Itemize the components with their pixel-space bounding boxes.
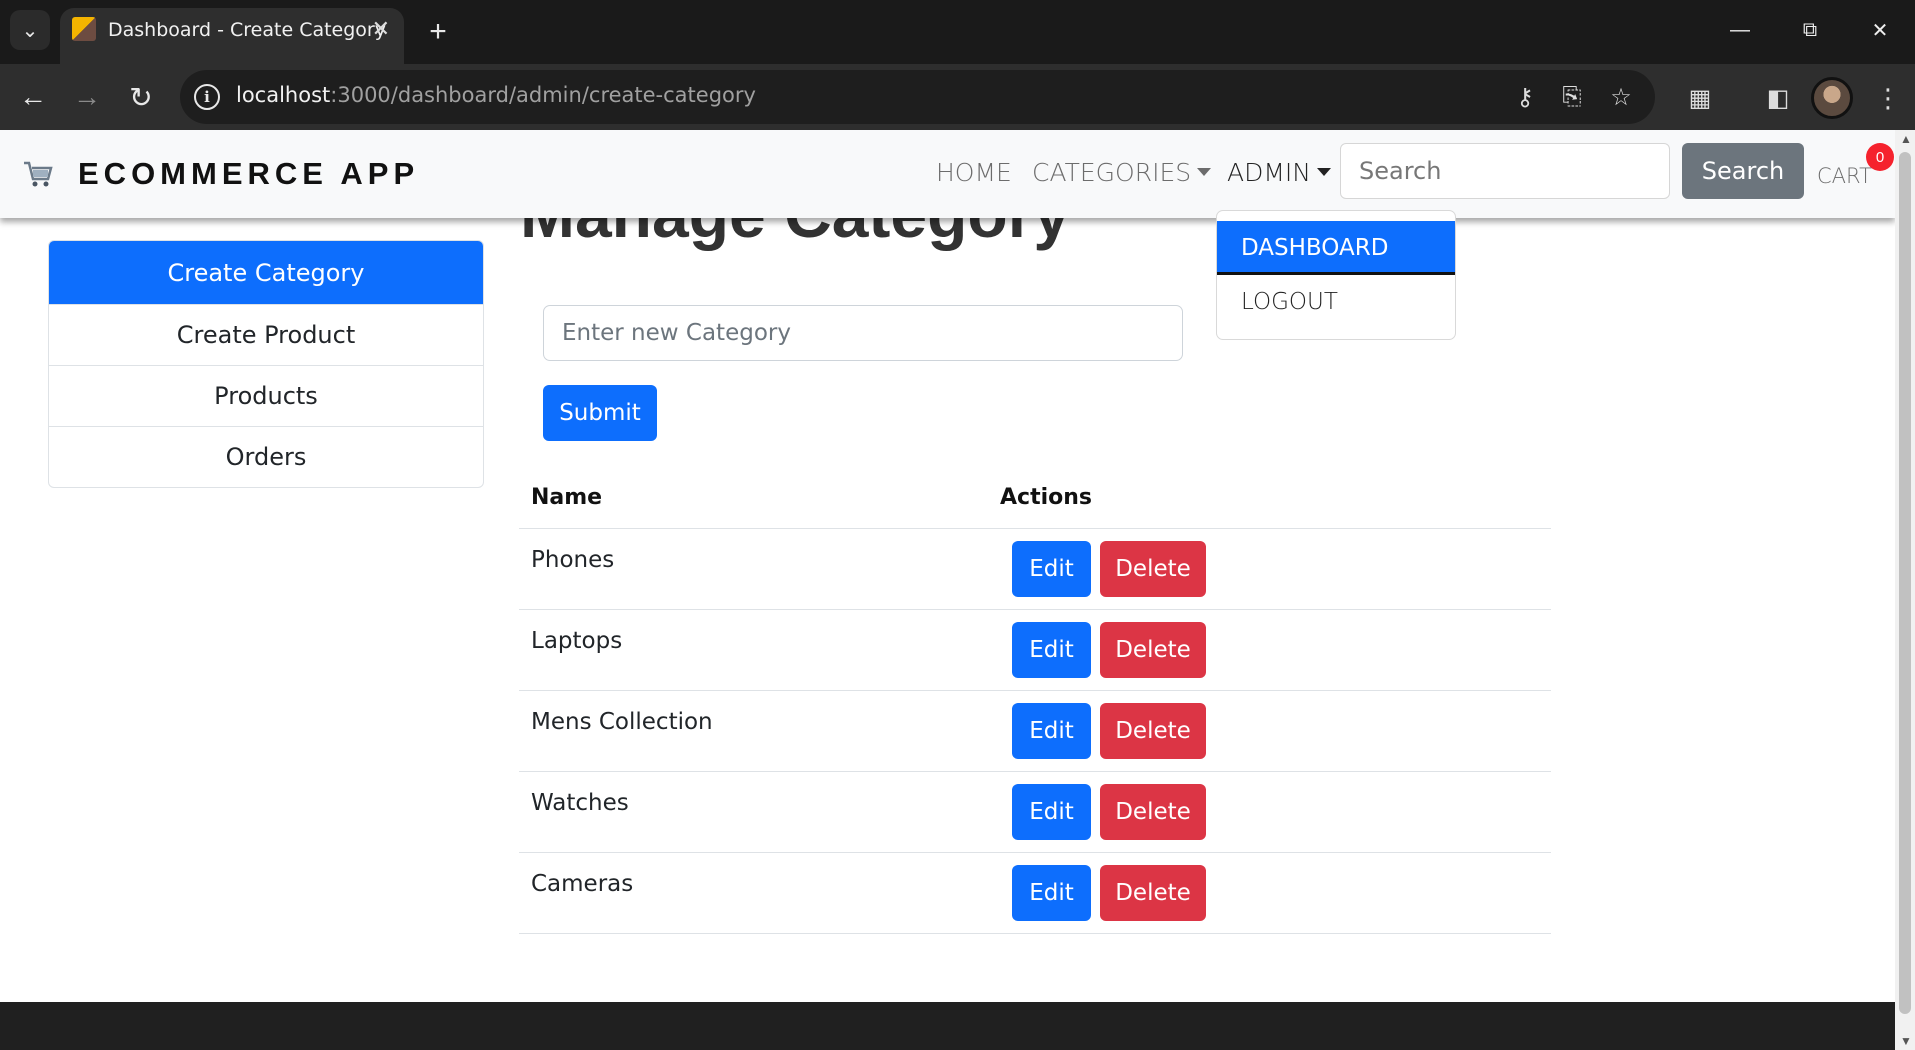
reload-button[interactable]: ↻: [120, 76, 162, 118]
delete-button[interactable]: Delete: [1100, 864, 1206, 921]
forward-button[interactable]: →: [66, 76, 108, 118]
browser-toolbar: ← → ↻ i localhost:3000/dashboard/admin/c…: [0, 64, 1915, 130]
caret-down-icon: [1317, 168, 1331, 176]
nav-admin-label: ADMIN: [1227, 158, 1311, 187]
window-controls: — ⧉ ✕: [1705, 0, 1915, 60]
url-text[interactable]: localhost:3000/dashboard/admin/create-ca…: [236, 83, 756, 107]
nav-home-link[interactable]: HOME: [936, 158, 1012, 187]
url-host: localhost: [236, 83, 331, 107]
dropdown-item-logout[interactable]: LOGOUT: [1217, 275, 1455, 329]
table-row: Phones Edit Delete: [519, 528, 1551, 610]
restore-icon: ⧉: [1802, 18, 1818, 41]
category-name: Laptops: [519, 609, 988, 691]
edit-button[interactable]: Edit: [1012, 540, 1091, 597]
shopping-cart-icon: [24, 161, 53, 187]
admin-dropdown-menu: DASHBOARD LOGOUT: [1216, 210, 1456, 340]
table-row: Cameras Edit Delete: [519, 852, 1551, 934]
chevron-down-icon: ⌄: [21, 19, 39, 42]
scroll-down-icon[interactable]: ▼: [1900, 1034, 1912, 1048]
delete-button[interactable]: Delete: [1100, 540, 1206, 597]
table-header-row: Name Actions: [519, 468, 1551, 529]
column-header-actions: Actions: [988, 468, 1551, 529]
row-actions: Edit Delete: [988, 528, 1551, 610]
edit-button[interactable]: Edit: [1012, 783, 1091, 840]
nav-categories-label: CATEGORIES: [1032, 158, 1192, 187]
table-row: Watches Edit Delete: [519, 771, 1551, 853]
delete-button[interactable]: Delete: [1100, 783, 1206, 840]
close-icon: ✕: [1871, 19, 1889, 42]
table-row: Mens Collection Edit Delete: [519, 690, 1551, 772]
menu-item-products[interactable]: Products: [49, 365, 483, 426]
tab-title: Dashboard - Create Category: [108, 19, 386, 41]
page-scrollbar[interactable]: ▲ ▼: [1895, 130, 1915, 1050]
menu-item-orders[interactable]: Orders: [49, 426, 483, 487]
site-info-icon[interactable]: i: [194, 84, 220, 110]
brand-link[interactable]: ECOMMERCE APP: [22, 156, 419, 192]
back-button[interactable]: ←: [12, 76, 54, 118]
search-button[interactable]: Search: [1682, 143, 1804, 199]
menu-item-create-category[interactable]: Create Category: [49, 241, 483, 304]
install-app-icon[interactable]: ⎘: [1555, 80, 1589, 114]
close-window-button[interactable]: ✕: [1845, 0, 1915, 60]
plus-icon: +: [429, 15, 447, 48]
browser-tab[interactable]: Dashboard - Create Category ✕: [60, 8, 404, 64]
scrollbar-thumb[interactable]: [1899, 152, 1911, 1014]
site-navbar: ECOMMERCE APP HOME CATEGORIES ADMIN Sear…: [0, 130, 1895, 218]
row-actions: Edit Delete: [988, 609, 1551, 691]
address-bar[interactable]: i localhost:3000/dashboard/admin/create-…: [180, 70, 1655, 124]
site-favicon-icon: [72, 17, 96, 41]
edit-button[interactable]: Edit: [1012, 864, 1091, 921]
close-tab-icon[interactable]: ✕: [372, 16, 390, 42]
search-input[interactable]: [1340, 143, 1670, 199]
category-name: Mens Collection: [519, 690, 988, 772]
scroll-up-icon[interactable]: ▲: [1900, 132, 1912, 146]
url-path: :3000/dashboard/admin/create-category: [330, 83, 756, 107]
row-actions: Edit Delete: [988, 852, 1551, 934]
category-name: Watches: [519, 771, 988, 853]
category-name: Phones: [519, 528, 988, 610]
delete-button[interactable]: Delete: [1100, 621, 1206, 678]
extensions-icon[interactable]: ▦: [1680, 78, 1720, 118]
admin-menu: Create Category Create Product Products …: [48, 240, 484, 488]
minimize-icon: —: [1730, 18, 1750, 41]
caret-down-icon: [1197, 168, 1212, 176]
brand-title: ECOMMERCE APP: [78, 156, 420, 191]
tab-search-button[interactable]: ⌄: [10, 10, 50, 50]
submit-button[interactable]: Submit: [543, 385, 657, 441]
browser-tab-strip: ⌄ Dashboard - Create Category ✕ + — ⧉ ✕: [0, 0, 1915, 64]
arrow-left-icon: ←: [19, 81, 47, 112]
profile-avatar[interactable]: [1811, 77, 1853, 119]
edit-button[interactable]: Edit: [1012, 702, 1091, 759]
nav-admin-dropdown[interactable]: ADMIN: [1227, 158, 1331, 187]
table-row: Laptops Edit Delete: [519, 609, 1551, 691]
new-category-input[interactable]: [543, 305, 1183, 361]
nav-categories-dropdown[interactable]: CATEGORIES: [1032, 158, 1212, 187]
reload-icon: ↻: [129, 81, 153, 113]
new-tab-button[interactable]: +: [418, 12, 458, 52]
cart-link[interactable]: CART: [1817, 164, 1872, 188]
column-header-name: Name: [519, 468, 988, 529]
minimize-button[interactable]: —: [1705, 0, 1775, 60]
row-actions: Edit Delete: [988, 690, 1551, 772]
menu-item-create-product[interactable]: Create Product: [49, 304, 483, 365]
arrow-right-icon: →: [73, 81, 101, 112]
category-name: Cameras: [519, 852, 988, 934]
side-panel-icon[interactable]: ◧: [1758, 78, 1798, 118]
row-actions: Edit Delete: [988, 771, 1551, 853]
bookmark-star-icon[interactable]: ☆: [1604, 80, 1638, 114]
page-footer: [0, 1002, 1895, 1050]
page-viewport: Manage Category ECOMMERCE APP HOME CATEG…: [0, 130, 1895, 1050]
category-table: Name Actions Phones Edit Delete Laptops E…: [519, 468, 1551, 934]
edit-button[interactable]: Edit: [1012, 621, 1091, 678]
key-icon[interactable]: ⚷: [1508, 80, 1542, 114]
cart-count-badge: 0: [1866, 143, 1894, 171]
delete-button[interactable]: Delete: [1100, 702, 1206, 759]
dropdown-item-dashboard[interactable]: DASHBOARD: [1217, 221, 1455, 275]
more-menu-icon[interactable]: ⋮: [1868, 78, 1908, 118]
restore-button[interactable]: ⧉: [1775, 0, 1845, 60]
